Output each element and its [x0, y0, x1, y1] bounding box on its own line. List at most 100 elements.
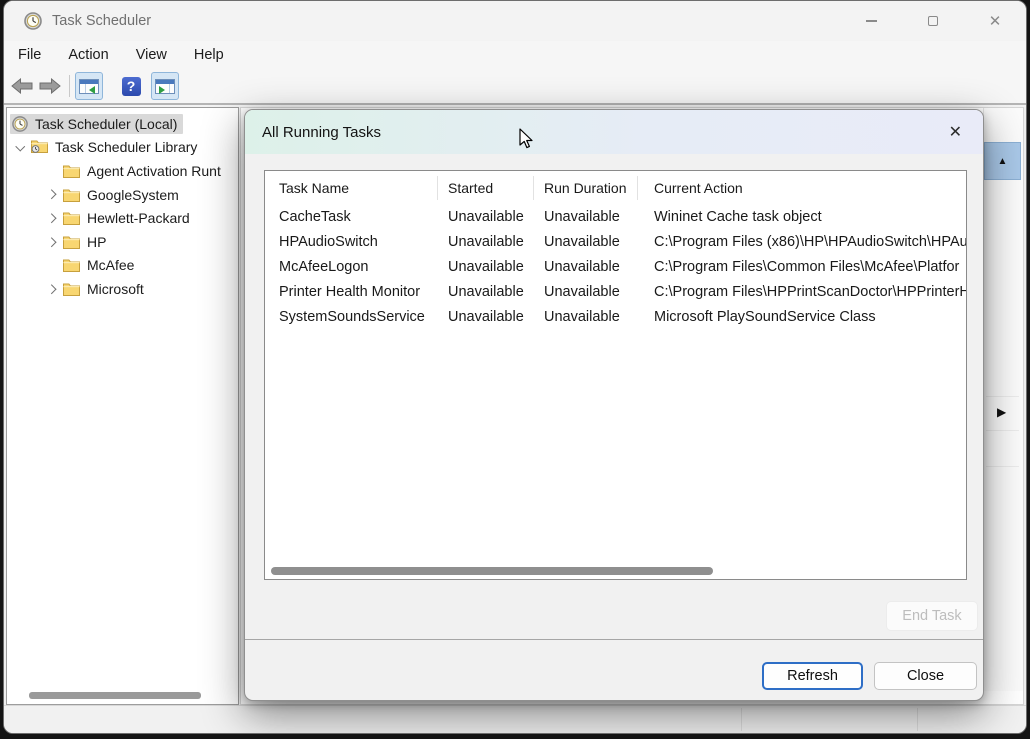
cell-run-duration: Unavailable	[534, 229, 638, 254]
table-row[interactable]: Printer Health Monitor Unavailable Unava…	[265, 279, 966, 304]
status-divider	[741, 708, 742, 731]
maximize-icon	[928, 16, 938, 26]
tree-item-label: Task Scheduler Library	[55, 139, 197, 155]
title-bar: Task Scheduler ✕	[4, 1, 1026, 41]
cell-run-duration: Unavailable	[534, 279, 638, 304]
tree-item-googlesystem[interactable]: GoogleSystem	[7, 183, 238, 207]
running-tasks-table: Task Name Started Run Duration Current A…	[264, 170, 967, 580]
dialog-close-icon[interactable]: ✕	[945, 120, 966, 144]
table-row[interactable]: SystemSoundsService Unavailable Unavaila…	[265, 304, 966, 329]
tree-item-label: Microsoft	[87, 281, 144, 297]
table-row[interactable]: McAfeeLogon Unavailable Unavailable C:\P…	[265, 254, 966, 279]
cell-started: Unavailable	[438, 254, 534, 279]
menu-bar: File Action View Help	[4, 41, 1026, 69]
menu-file[interactable]: File	[18, 47, 41, 63]
menu-view[interactable]: View	[136, 47, 167, 63]
tree-item-microsoft[interactable]: Microsoft	[7, 277, 238, 301]
cell-current-action: Wininet Cache task object	[638, 204, 966, 229]
folder-icon	[63, 188, 80, 202]
cell-task-name: HPAudioSwitch	[265, 229, 438, 254]
back-button[interactable]	[8, 72, 36, 100]
all-running-tasks-dialog: All Running Tasks ✕ Task Name Started Ru…	[244, 109, 984, 701]
help-button[interactable]: ?	[119, 72, 143, 100]
right-scroll-strip: ▲ ▶	[983, 108, 1023, 691]
cell-started: Unavailable	[438, 204, 534, 229]
dialog-title-bar[interactable]: All Running Tasks ✕	[245, 110, 983, 154]
tree-item-label: HP	[87, 234, 106, 250]
folder-clock-icon	[31, 139, 48, 156]
console-tree-panel: Task Scheduler (Local) Tas	[6, 107, 239, 705]
minimize-icon	[866, 20, 877, 22]
chevron-right-icon[interactable]	[43, 286, 61, 293]
cell-current-action: Microsoft PlaySoundService Class	[638, 304, 966, 329]
toolbar: ?	[4, 69, 1026, 105]
toolbar-separator	[69, 75, 70, 97]
window-title: Task Scheduler	[52, 13, 151, 29]
tree-item-label: GoogleSystem	[87, 187, 179, 203]
cell-started: Unavailable	[438, 229, 534, 254]
status-bar	[4, 705, 1026, 733]
maximize-button[interactable]	[902, 1, 964, 41]
tree-item-task-scheduler-library[interactable]: Task Scheduler Library	[7, 136, 238, 160]
scroll-up-button[interactable]: ▲	[984, 142, 1021, 180]
expand-right-icon[interactable]: ▶	[997, 405, 1006, 419]
tree-item-label: McAfee	[87, 257, 134, 273]
refresh-button[interactable]: Refresh	[762, 662, 863, 690]
cell-task-name: McAfeeLogon	[265, 254, 438, 279]
folder-icon	[63, 235, 80, 249]
end-task-button[interactable]: End Task	[886, 601, 978, 631]
show-hide-console-tree-button[interactable]	[75, 72, 103, 100]
cell-run-duration: Unavailable	[534, 204, 638, 229]
tree-horizontal-scrollbar[interactable]	[11, 692, 234, 700]
cell-started: Unavailable	[438, 279, 534, 304]
cell-run-duration: Unavailable	[534, 304, 638, 329]
table-row[interactable]: HPAudioSwitch Unavailable Unavailable C:…	[265, 229, 966, 254]
tree-item-label: Hewlett-Packard	[87, 210, 190, 226]
tree-item-hp[interactable]: HP	[7, 230, 238, 254]
chevron-right-icon[interactable]	[43, 239, 61, 246]
folder-icon	[63, 164, 80, 178]
chevron-right-icon[interactable]	[43, 215, 61, 222]
console-tree-icon	[79, 79, 99, 94]
folder-icon	[63, 282, 80, 296]
cell-task-name: SystemSoundsService	[265, 304, 438, 329]
tree-item-task-scheduler-local[interactable]: Task Scheduler (Local)	[7, 112, 238, 136]
close-button[interactable]: ✕	[964, 1, 1026, 41]
menu-action[interactable]: Action	[68, 47, 108, 63]
cell-current-action: C:\Program Files\HPPrintScanDoctor\HPPri…	[638, 279, 966, 304]
dialog-divider	[245, 639, 983, 640]
cell-run-duration: Unavailable	[534, 254, 638, 279]
help-icon: ?	[122, 77, 141, 96]
chevron-right-icon[interactable]	[43, 191, 61, 198]
app-clock-icon	[24, 12, 42, 30]
tree-item-hewlett-packard[interactable]: Hewlett-Packard	[7, 206, 238, 230]
tree-item-label: Task Scheduler (Local)	[35, 116, 177, 132]
table-row[interactable]: CacheTask Unavailable Unavailable Winine…	[265, 204, 966, 229]
column-header-started[interactable]: Started	[438, 176, 534, 200]
strip-divider	[986, 466, 1019, 467]
chevron-down-icon[interactable]	[11, 145, 29, 150]
scroll-up-icon: ▲	[998, 156, 1008, 167]
tree-item-label: Agent Activation Runt	[87, 163, 221, 179]
show-hide-action-pane-button[interactable]	[151, 72, 179, 100]
column-header-run-duration[interactable]: Run Duration	[534, 176, 638, 200]
menu-help[interactable]: Help	[194, 47, 224, 63]
forward-button[interactable]	[36, 72, 64, 100]
table-scrollbar-thumb[interactable]	[271, 567, 713, 575]
back-arrow-icon	[11, 78, 33, 94]
folder-icon	[63, 211, 80, 225]
tree-item-mcafee[interactable]: McAfee	[7, 254, 238, 278]
strip-divider	[986, 396, 1019, 397]
column-header-current-action[interactable]: Current Action	[638, 176, 966, 200]
folder-icon	[63, 258, 80, 272]
forward-arrow-icon	[39, 78, 61, 94]
column-header-task-name[interactable]: Task Name	[265, 176, 438, 200]
minimize-button[interactable]	[840, 1, 902, 41]
cell-task-name: CacheTask	[265, 204, 438, 229]
cell-task-name: Printer Health Monitor	[265, 279, 438, 304]
tree-item-agent-activation[interactable]: Agent Activation Runt	[7, 159, 238, 183]
dialog-close-button[interactable]: Close	[874, 662, 977, 690]
cell-current-action: C:\Program Files (x86)\HP\HPAudioSwitch\…	[638, 229, 966, 254]
scrollbar-thumb[interactable]	[29, 692, 201, 699]
strip-divider	[986, 430, 1019, 431]
